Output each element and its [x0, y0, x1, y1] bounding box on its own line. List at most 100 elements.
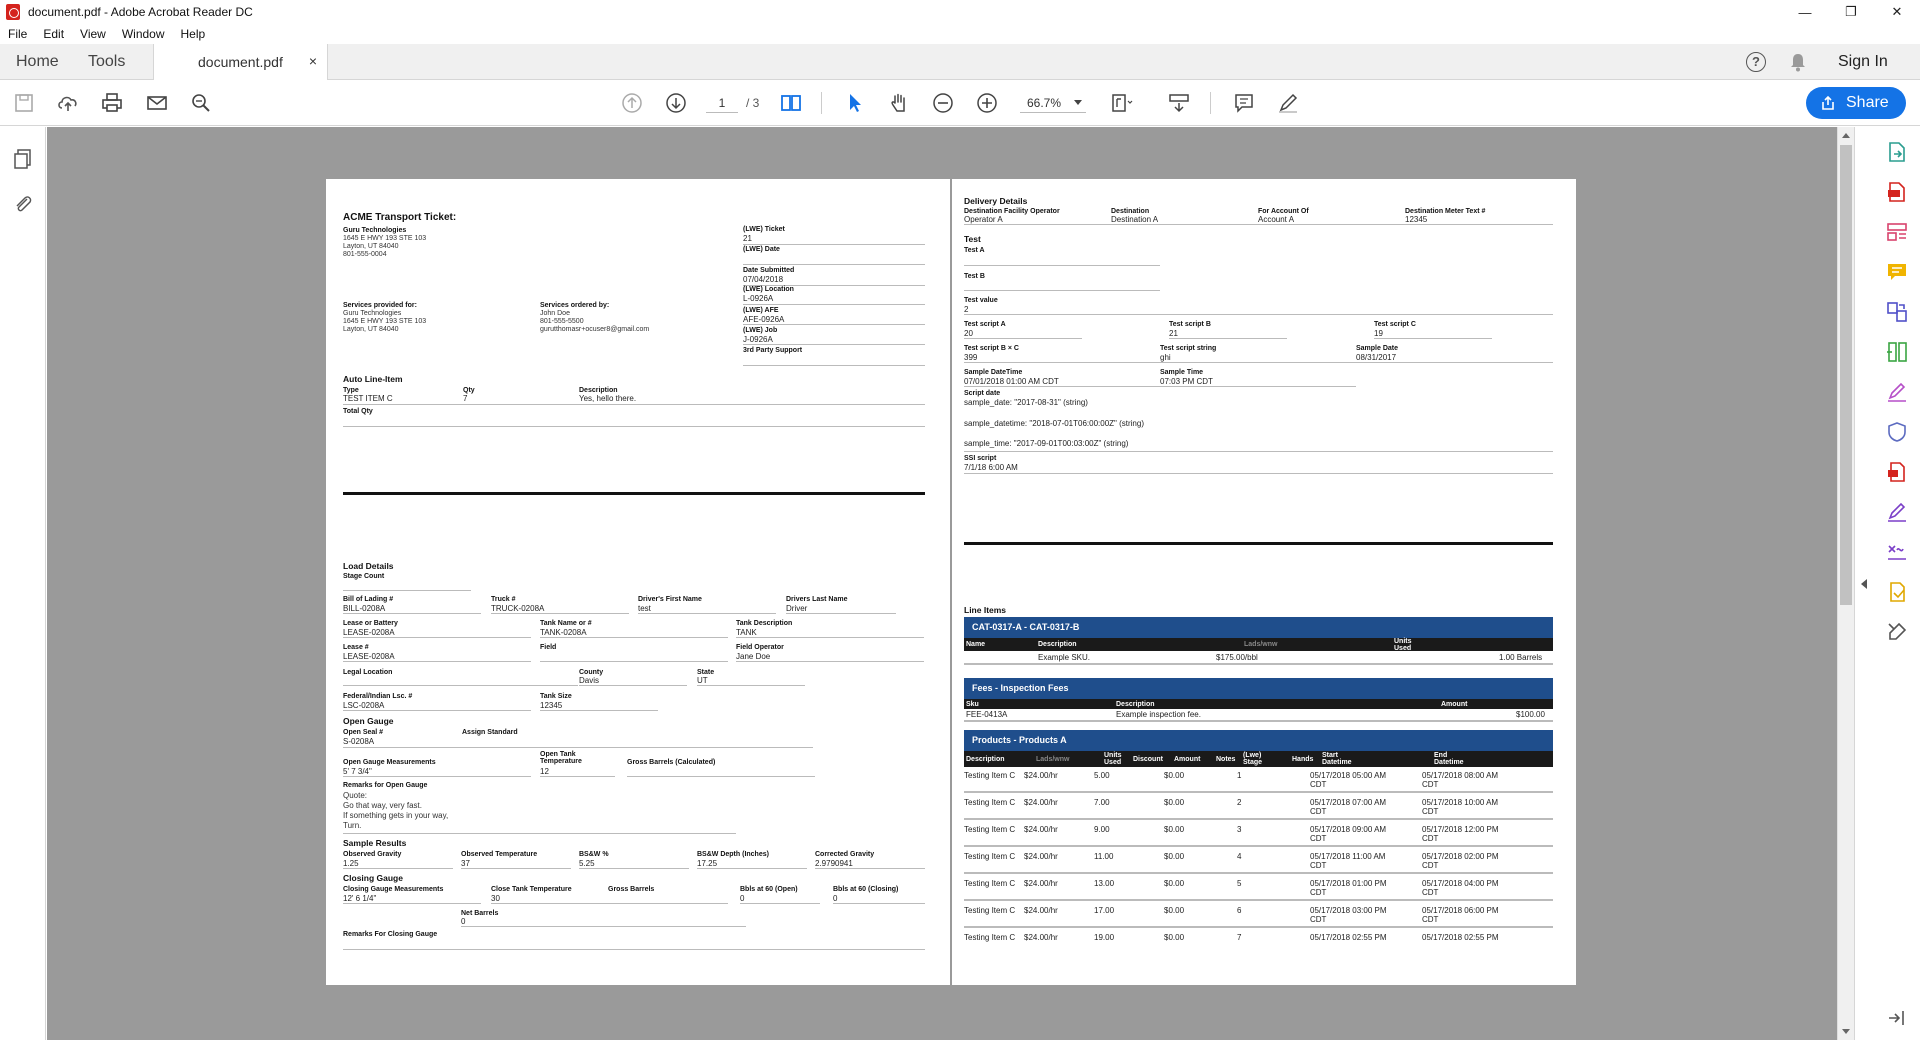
window-title: document.pdf - Adobe Acrobat Reader DC — [28, 5, 253, 19]
corrected-gravity-label: Corrected Gravity — [815, 851, 875, 858]
afe-label: (LWE) AFE — [743, 307, 779, 314]
close-window-button[interactable]: ✕ — [1874, 0, 1920, 24]
state-value: UT — [697, 676, 708, 685]
previous-page-icon[interactable] — [620, 91, 644, 115]
vertical-scrollbar[interactable] — [1837, 127, 1854, 1040]
comment-icon[interactable] — [1232, 91, 1256, 115]
tab-tools[interactable]: Tools — [88, 44, 125, 80]
sign-pen-icon[interactable] — [1276, 91, 1300, 115]
certificates-icon[interactable] — [1885, 540, 1909, 564]
two-page-view-icon[interactable] — [779, 91, 803, 115]
fit-page-icon[interactable] — [1109, 91, 1133, 115]
protect-icon[interactable] — [1885, 420, 1909, 444]
tab-home[interactable]: Home — [16, 44, 59, 80]
col-p-description: Description — [966, 756, 1005, 763]
pdf-page-1: ACME Transport Ticket: Guru Technologies… — [326, 179, 950, 985]
script-line-3: sample_time: "2017-09-01T00:03:00Z" (str… — [964, 439, 1129, 448]
chevron-down-icon[interactable] — [1074, 100, 1082, 105]
window-controls: — ❐ ✕ — [1782, 0, 1920, 24]
test-value-value: 2 — [964, 305, 969, 314]
export-pdf-icon[interactable] — [1885, 140, 1909, 164]
menu-view[interactable]: View — [72, 27, 114, 41]
product-stage: 4 — [1237, 852, 1242, 861]
bbls-open-label: Bbls at 60 (Open) — [740, 886, 798, 893]
send-track-icon[interactable] — [1885, 580, 1909, 604]
lsc-value: LSC-0208A — [343, 701, 385, 710]
row-underline — [964, 314, 1553, 315]
select-pointer-icon[interactable] — [843, 91, 867, 115]
open-seal-label: Open Seal # — [343, 729, 384, 736]
scroll-down-icon[interactable] — [1842, 1029, 1850, 1034]
test-script-c-value: 19 — [1374, 329, 1383, 338]
fees-table-columns: Sku Description Amount — [964, 699, 1553, 709]
test-script-bc-label: Test script B × C — [964, 345, 1019, 352]
product-end: 05/17/2018 12:00 PM CDT — [1422, 825, 1499, 843]
col-p-rate: Lads/wnw — [1036, 756, 1070, 763]
tab-document[interactable]: document.pdf × — [153, 44, 328, 81]
field-underline — [964, 338, 1082, 339]
zoom-in-icon[interactable] — [975, 91, 999, 115]
toolbar-separator — [1210, 92, 1211, 114]
row-underline — [343, 426, 925, 427]
comment-icon[interactable] — [1885, 260, 1909, 284]
menu-help[interactable]: Help — [173, 27, 214, 41]
zoom-out-icon[interactable] — [931, 91, 955, 115]
document-canvas[interactable]: ACME Transport Ticket: Guru Technologies… — [47, 127, 1837, 1040]
date-submitted-label: Date Submitted — [743, 267, 795, 274]
field-underline — [461, 868, 571, 869]
help-icon[interactable]: ? — [1746, 52, 1766, 72]
tank-name-label: Tank Name or # — [540, 620, 592, 627]
expand-pane-icon[interactable] — [1885, 1006, 1909, 1030]
send-for-signature-icon[interactable] — [1885, 500, 1909, 524]
corrected-gravity-value: 2.9790941 — [815, 859, 853, 868]
field-underline — [343, 637, 531, 638]
table-row-line — [964, 663, 1553, 665]
field-underline — [743, 304, 925, 305]
print-icon[interactable] — [100, 91, 124, 115]
more-tools-icon[interactable] — [1885, 620, 1909, 644]
menu-edit[interactable]: Edit — [35, 27, 72, 41]
scroll-thumb[interactable] — [1840, 145, 1852, 605]
next-page-icon[interactable] — [664, 91, 688, 115]
field-underline — [343, 903, 481, 904]
location-label: (LWE) Location — [743, 286, 794, 293]
product-amount: $0.00 — [1164, 825, 1185, 834]
sample-datetime-value: 07/01/2018 01:00 AM CDT — [964, 377, 1059, 386]
script-line-2: sample_datetime: "2018-07-01T06:00:00Z" … — [964, 419, 1144, 428]
close-tank-temp-label: Close Tank Temperature — [491, 886, 572, 893]
menu-window[interactable]: Window — [114, 27, 173, 41]
page-number-input[interactable]: 1 — [706, 93, 738, 113]
upload-cloud-icon[interactable] — [56, 91, 80, 115]
tab-document-label: document.pdf — [198, 54, 283, 70]
hand-tool-icon[interactable] — [887, 91, 911, 115]
sign-in-link[interactable]: Sign In — [1838, 53, 1888, 71]
scroll-up-icon[interactable] — [1842, 133, 1850, 138]
copy-pages-icon[interactable] — [12, 148, 34, 170]
row-underline — [964, 473, 1553, 474]
create-pdf-icon[interactable] — [1885, 180, 1909, 204]
menu-file[interactable]: File — [0, 27, 35, 41]
product-units: 17.00 — [1094, 906, 1115, 915]
bsw-depth-label: BS&W Depth (Inches) — [697, 851, 769, 858]
product-desc: Testing Item C — [964, 825, 1016, 834]
restore-button[interactable]: ❐ — [1828, 0, 1874, 24]
product-end: 05/17/2018 10:00 AM CDT — [1422, 798, 1499, 816]
attachment-icon[interactable] — [12, 193, 34, 215]
scroll-mode-icon[interactable] — [1167, 91, 1191, 115]
find-zoom-icon[interactable] — [189, 91, 213, 115]
combine-files-icon[interactable] — [1885, 300, 1909, 324]
collapse-icon[interactable] — [1861, 579, 1867, 589]
test-b-label: Test B — [964, 273, 985, 280]
organize-pages-icon[interactable] — [1885, 340, 1909, 364]
close-tab-icon[interactable]: × — [309, 53, 317, 69]
edit-pdf-icon[interactable] — [1885, 220, 1909, 244]
minimize-button[interactable]: — — [1782, 0, 1828, 24]
products-table-columns: Description Lads/wnw Units Used Discount… — [964, 751, 1553, 767]
email-icon[interactable] — [145, 91, 169, 115]
share-button[interactable]: Share — [1806, 87, 1906, 119]
save-icon[interactable] — [12, 91, 36, 115]
field-underline — [343, 776, 531, 777]
export-pdf-red-icon[interactable] — [1885, 460, 1909, 484]
notifications-bell-icon[interactable] — [1789, 52, 1807, 72]
fill-sign-icon[interactable] — [1885, 380, 1909, 404]
